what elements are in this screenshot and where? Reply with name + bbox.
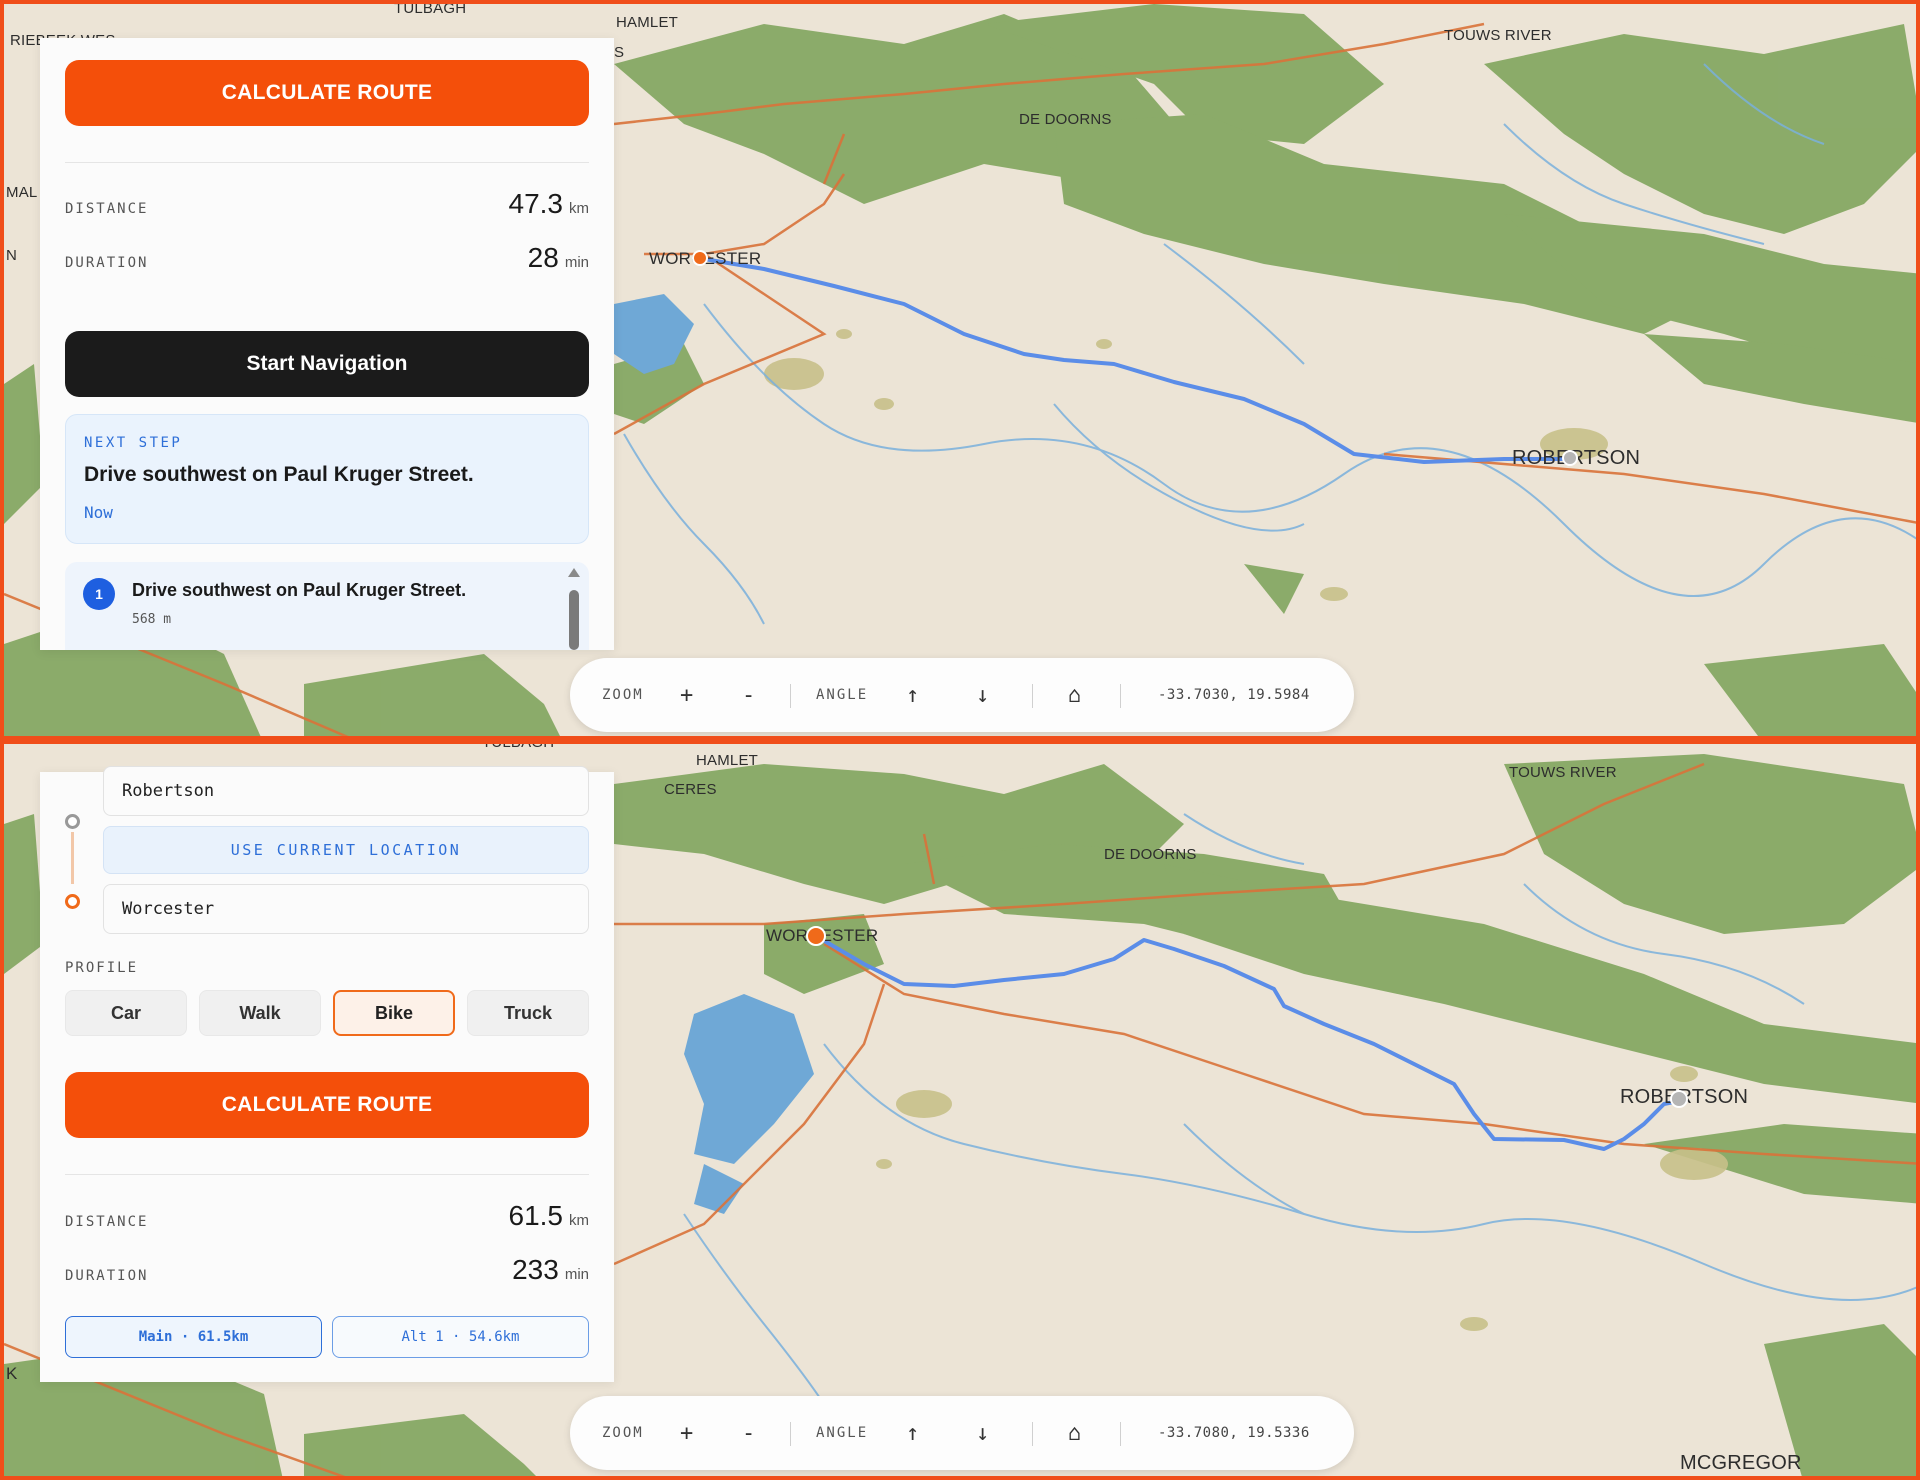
angle-label: ANGLE (816, 687, 869, 703)
town-label: N (6, 247, 18, 264)
step-text[interactable]: Drive southwest on Paul Kruger Street. (132, 580, 466, 601)
home-icon[interactable]: ⌂ (1068, 658, 1081, 732)
duration-value: 28 min (527, 242, 589, 273)
origin-pin[interactable] (806, 926, 826, 946)
destination-pin[interactable] (1562, 450, 1578, 466)
town-label: MCGREGOR (1680, 1452, 1802, 1474)
town-label: K (6, 1364, 18, 1383)
next-step-card: NEXT STEP Drive southwest on Paul Kruger… (65, 414, 589, 544)
zoom-out-button[interactable]: - (742, 1396, 755, 1470)
route-panel: Robertson USE CURRENT LOCATION Worcester… (40, 766, 614, 1382)
start-navigation-button[interactable]: Start Navigation (65, 331, 589, 397)
map-controls: ZOOM + - ANGLE ↑ ↓ ⌂ -33.7080, 19.5336 (570, 1396, 1354, 1470)
home-icon[interactable]: ⌂ (1068, 1396, 1081, 1470)
destination-pin[interactable] (1670, 1090, 1688, 1108)
next-step-text: Drive southwest on Paul Kruger Street. (84, 463, 474, 486)
route-main-button[interactable]: Main · 61.5km (65, 1316, 322, 1358)
route-connector (71, 832, 74, 884)
duration-label: DURATION (65, 255, 149, 271)
separator (1032, 1422, 1033, 1446)
zoom-label: ZOOM (602, 1425, 644, 1441)
separator (790, 1422, 791, 1446)
distance-label: DISTANCE (65, 201, 149, 217)
angle-down-button[interactable]: ↓ (976, 658, 989, 732)
town-label: TOUWS RIVER (1444, 27, 1552, 44)
next-step-time: Now (84, 503, 113, 522)
steps-list[interactable]: 1 Drive southwest on Paul Kruger Street.… (65, 562, 589, 650)
origin-pin[interactable] (692, 250, 708, 266)
angle-label: ANGLE (816, 1425, 869, 1441)
angle-down-button[interactable]: ↓ (976, 1396, 989, 1470)
separator (1120, 684, 1121, 708)
profile-walk-button[interactable]: Walk (199, 990, 321, 1036)
route-panel: CALCULATE ROUTE DISTANCE 47.3 km DURATIO… (40, 38, 614, 650)
map-controls: ZOOM + - ANGLE ↑ ↓ ⌂ -33.7030, 19.5984 (570, 658, 1354, 732)
town-label: TULBAGH (482, 740, 555, 751)
duration-value: 233 min (512, 1254, 589, 1285)
next-step-label: NEXT STEP (84, 435, 183, 451)
town-label: HAMLET (616, 14, 679, 31)
town-label: TOUWS RIVER (1509, 764, 1617, 781)
coordinates-readout: -33.7030, 19.5984 (1158, 687, 1310, 703)
origin-marker-icon (65, 814, 80, 829)
separator (1120, 1422, 1121, 1446)
step-distance: 568 m (132, 612, 172, 627)
divider (65, 162, 589, 163)
origin-input[interactable]: Robertson (103, 766, 589, 816)
divider (65, 1174, 589, 1175)
town-label: MAL (6, 184, 38, 201)
distance-value: 47.3 km (508, 188, 590, 219)
profile-truck-button[interactable]: Truck (467, 990, 589, 1036)
distance-value: 61.5 km (508, 1200, 590, 1231)
scrollbar[interactable] (567, 568, 581, 650)
use-current-location-button[interactable]: USE CURRENT LOCATION (103, 826, 589, 874)
map-view-top[interactable]: TULBAGH RIEBEEK WES HAMLET S TOUWS RIVER… (0, 0, 1920, 740)
town-label: TULBAGH (394, 0, 467, 17)
town-label: DE DOORNS (1104, 846, 1197, 863)
distance-label: DISTANCE (65, 1214, 149, 1230)
profile-car-button[interactable]: Car (65, 990, 187, 1036)
calculate-route-button[interactable]: CALCULATE ROUTE (65, 1072, 589, 1138)
route-alt-button[interactable]: Alt 1 · 54.6km (332, 1316, 589, 1358)
zoom-in-button[interactable]: + (680, 658, 693, 732)
town-label: S (614, 44, 625, 61)
destination-input[interactable]: Worcester (103, 884, 589, 934)
town-label: CERES (664, 781, 717, 798)
duration-label: DURATION (65, 1268, 149, 1284)
angle-up-button[interactable]: ↑ (906, 1396, 919, 1470)
zoom-out-button[interactable]: - (742, 658, 755, 732)
town-label: HAMLET (696, 752, 759, 769)
calculate-route-button[interactable]: CALCULATE ROUTE (65, 60, 589, 126)
coordinates-readout: -33.7080, 19.5336 (1158, 1425, 1310, 1441)
map-view-bottom[interactable]: TULBAGH HAMLET CERES TOUWS RIVER DE DOOR… (0, 740, 1920, 1480)
scroll-up-icon[interactable] (568, 568, 580, 577)
scrollbar-thumb[interactable] (569, 590, 579, 650)
town-label: DE DOORNS (1019, 111, 1112, 128)
zoom-in-button[interactable]: + (680, 1396, 693, 1470)
destination-marker-icon (65, 894, 80, 909)
separator (790, 684, 791, 708)
profile-bike-button[interactable]: Bike (333, 990, 455, 1036)
angle-up-button[interactable]: ↑ (906, 658, 919, 732)
profile-label: PROFILE (65, 960, 139, 976)
separator (1032, 684, 1033, 708)
step-number-badge: 1 (83, 578, 115, 610)
zoom-label: ZOOM (602, 687, 644, 703)
